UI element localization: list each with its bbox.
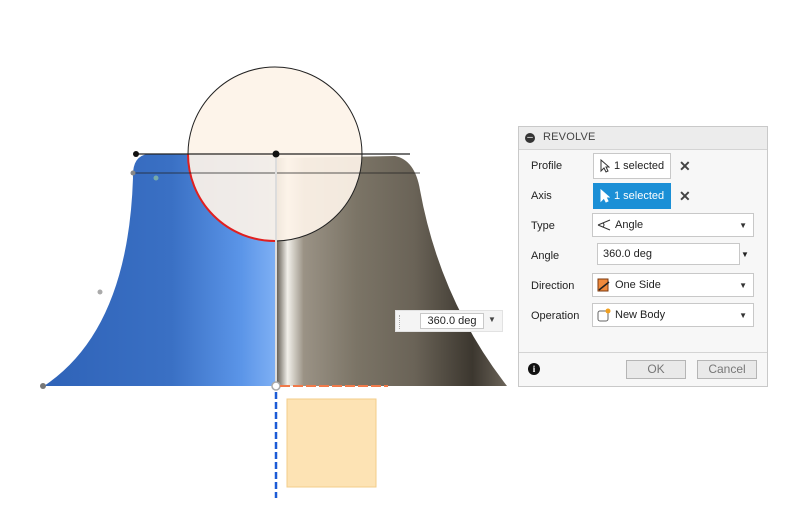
- preview-profile-square: [286, 398, 377, 488]
- profile-label: Profile: [531, 160, 563, 172]
- sketch-point-center: [272, 150, 280, 158]
- dropdown-arrow-icon[interactable]: ▼: [488, 315, 496, 324]
- sketch-point: [130, 170, 136, 176]
- type-select[interactable]: Angle ▼: [592, 213, 754, 237]
- direction-label: Direction: [531, 280, 575, 292]
- axis-point: [271, 381, 281, 391]
- operation-label: Operation: [531, 310, 580, 322]
- sketch-point: [40, 383, 46, 389]
- dialog-title: REVOLVE: [543, 131, 596, 143]
- new-body-icon: [597, 308, 611, 322]
- operation-select[interactable]: New Body ▼: [592, 303, 754, 327]
- angle-dimension-input[interactable]: 360.0 deg: [420, 313, 484, 329]
- cursor-icon: [600, 189, 610, 203]
- operation-value: New Body: [615, 309, 666, 321]
- axis-select-button[interactable]: 1 selected: [593, 183, 671, 209]
- angle-icon: [597, 219, 611, 231]
- sketch-point: [97, 289, 103, 295]
- chevron-down-icon: ▼: [739, 281, 747, 290]
- dialog-header: – REVOLVE: [519, 127, 767, 150]
- one-side-direction-icon: [597, 278, 610, 292]
- sketch-point: [153, 175, 159, 181]
- info-icon[interactable]: i: [528, 363, 540, 375]
- profile-select-button[interactable]: 1 selected: [593, 153, 671, 179]
- cursor-icon: [600, 159, 610, 173]
- collapse-icon[interactable]: –: [525, 133, 535, 143]
- angle-input[interactable]: 360.0 deg: [597, 243, 740, 265]
- profile-selected-text: 1 selected: [614, 160, 665, 172]
- angle-value: 360.0 deg: [603, 248, 652, 260]
- axis-label: Axis: [531, 190, 552, 202]
- clear-axis-icon[interactable]: ✕: [679, 188, 691, 205]
- clear-profile-icon[interactable]: ✕: [679, 158, 691, 175]
- direction-value: One Side: [615, 279, 661, 291]
- chevron-down-icon: ▼: [739, 311, 747, 320]
- cancel-button[interactable]: Cancel: [697, 360, 757, 379]
- ok-button[interactable]: OK: [626, 360, 686, 379]
- type-value: Angle: [615, 219, 644, 231]
- angle-dimension-box[interactable]: 360.0 deg ▼: [395, 310, 503, 332]
- angle-label: Angle: [531, 250, 560, 262]
- chevron-down-icon: ▼: [739, 221, 747, 230]
- type-label: Type: [531, 220, 555, 232]
- direction-select[interactable]: One Side ▼: [592, 273, 754, 297]
- axis-selected-text: 1 selected: [614, 190, 665, 202]
- divider: [519, 352, 767, 353]
- sketch-point: [133, 151, 139, 157]
- chevron-down-icon[interactable]: ▼: [741, 250, 749, 259]
- revolve-dialog: – REVOLVE Profile 1 selected ✕ Axis 1 se…: [518, 126, 768, 387]
- drag-grip-icon[interactable]: [399, 315, 403, 329]
